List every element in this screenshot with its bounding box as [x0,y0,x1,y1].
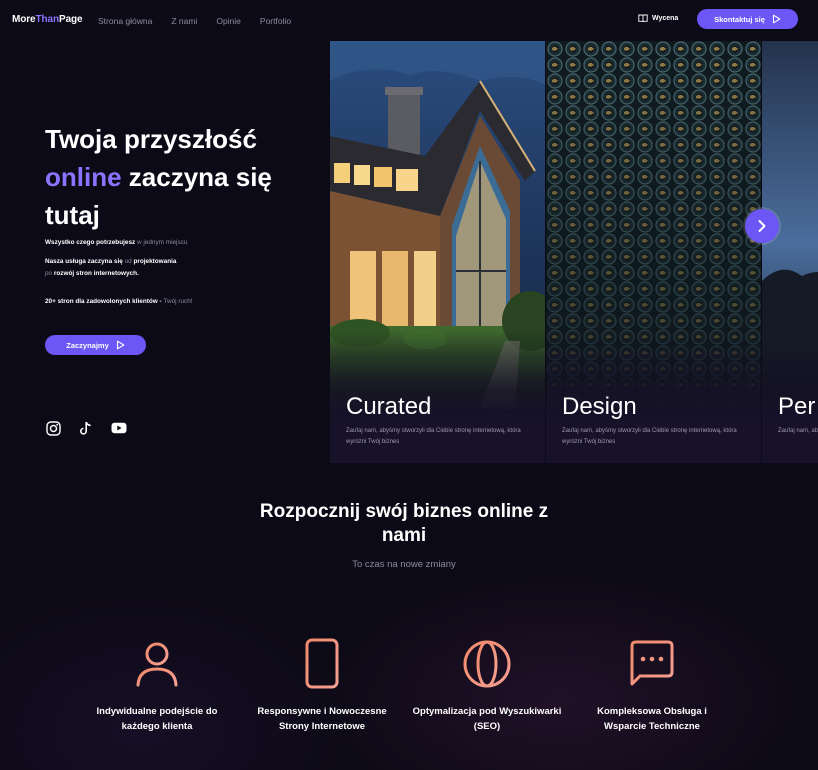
user-icon [136,642,178,687]
feature-item: Optymalizacja pod Wyszukiwarki (SEO) [412,638,562,734]
tagline-4-muted: Twój ruch! [163,298,193,305]
feature-label: Optymalizacja pod Wyszukiwarki (SEO) [412,706,562,732]
nav-item-about[interactable]: Z nami [171,16,197,26]
hero-tagline-1: Wszystko czego potrzebujesz w jednym mie… [45,239,187,246]
contact-button[interactable]: Skontaktuj się [697,9,798,29]
social-links [45,420,144,436]
quote-label: Wycena [652,15,679,22]
quote-link[interactable]: Wycena [638,14,678,23]
portfolio-carousel: Curated Zaufaj nam, abyśmy stworzyli dla… [330,41,818,463]
hero-tagline-3: po rozwój stron internetowych. [45,270,139,277]
card-third[interactable]: Per Zaufaj nam, abyśmy stworzyli dla Cie… [762,41,818,463]
chevron-right-icon [758,220,766,232]
logo-part-1: More [12,14,36,25]
nav-item-portfolio[interactable]: Portfolio [260,16,291,26]
globe-icon [463,640,511,688]
hero-tagline-2: Nasza usługa zaczyna się od projektowani… [45,258,176,265]
logo-part-2: Than [35,14,60,25]
tiktok-icon[interactable] [78,420,94,436]
start-button[interactable]: Zaczynajmy [45,335,146,355]
section-title: Rozpocznij swój biznes online z nami [259,501,549,546]
feature-label: Responsywne i Nowoczesne Strony Internet… [257,706,387,732]
hero-title-line2: zaczyna się [121,162,272,192]
section-subtitle: To czas na nowe zmiany [352,559,456,570]
instagram-icon[interactable] [45,420,61,436]
tagline-3a: po [45,270,54,277]
tagline-2b: od [122,258,134,265]
start-label: Zaczynajmy [66,340,109,350]
card-desc: Zaufaj nam, abyśmy stworzyli dla Ciebie … [346,428,521,445]
youtube-icon[interactable] [111,420,127,436]
card-title: Curated [346,393,432,420]
feature-label: Kompleksowa Obsługa i Wsparcie Techniczn… [597,706,707,732]
carousel-next-button[interactable] [745,209,779,243]
feature-label: Indywidualne podejście do każdego klient… [96,706,218,732]
card-title: Per [778,393,816,420]
feature-item: Responsywne i Nowoczesne Strony Internet… [247,638,397,734]
feature-item: Kompleksowa Obsługa i Wsparcie Techniczn… [577,638,727,734]
contact-label: Skontaktuj się [714,14,765,24]
hero-tagline-4: 20+ stron dla zadowolonych klientów - Tw… [45,298,193,305]
card-desc: Zaufaj nam, abyśmy stworzyli dla Ciebie … [778,428,818,434]
tagline-2c: projektowania [133,258,177,265]
chat-icon [630,640,674,686]
tagline-3b: rozwój stron internetowych. [53,270,139,277]
tagline-4-strong: 20+ stron dla zadowolonych klientów - [45,298,164,305]
card-curated[interactable]: Curated Zaufaj nam, abyśmy stworzyli dla… [330,41,545,463]
tagline-1-muted: w jednym miejscu [135,239,188,246]
book-icon [638,14,648,23]
feature-item: Indywidualne podejście do każdego klient… [82,638,232,734]
logo[interactable]: MoreThanPage [12,14,83,25]
hero-title: Twoja przyszłość online zaczyna się tuta… [45,120,325,234]
play-icon [772,14,781,24]
card-design[interactable]: Design Zaufaj nam, abyśmy stworzyli dla … [546,41,761,463]
play-icon [116,340,125,350]
nav-item-reviews[interactable]: Opinie [216,16,241,26]
smartphone-icon [305,638,339,689]
tagline-1-strong: Wszystko czego potrzebujesz [45,239,136,246]
tagline-2a: Nasza usługa zaczyna się [45,258,123,265]
hero-title-line3: tutaj [45,200,100,230]
nav-item-home[interactable]: Strona główna [98,16,152,26]
card-desc: Zaufaj nam, abyśmy stworzyli dla Ciebie … [562,428,737,445]
hero-title-line1: Twoja przyszłość [45,124,257,154]
logo-part-3: Page [59,14,83,25]
card-title: Design [562,393,637,420]
hero-title-accent: online [45,162,122,192]
main-nav: Strona główna Z nami Opinie Portfolio [98,16,310,26]
